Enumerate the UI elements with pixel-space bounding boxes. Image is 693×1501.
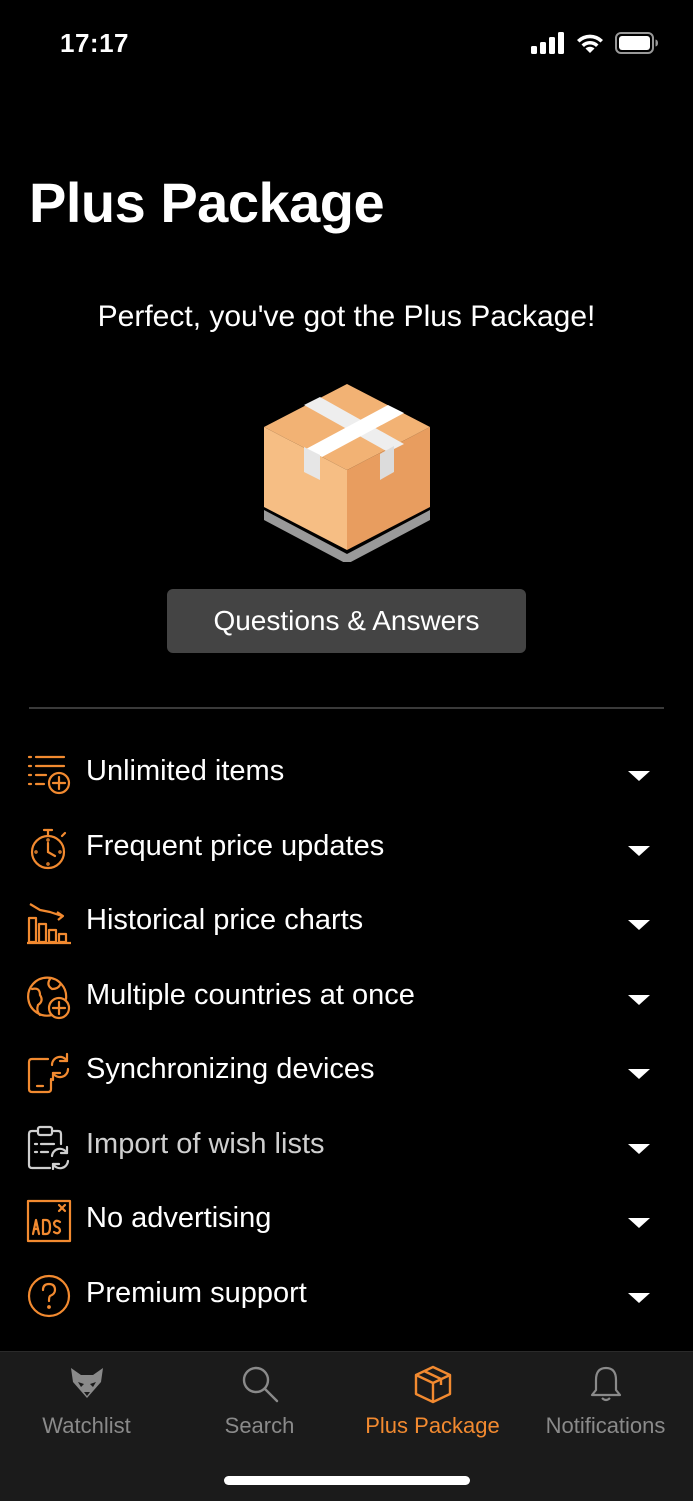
feature-label: No advertising (86, 1202, 272, 1234)
chevron-down-icon[interactable] (628, 995, 650, 1005)
tab-label: Watchlist (42, 1413, 131, 1438)
tab-label: Notifications (545, 1413, 666, 1438)
feature-label: Import of wish lists (86, 1128, 325, 1160)
bar-chart-trend-icon (27, 903, 71, 945)
feature-label: Synchronizing devices (86, 1053, 375, 1085)
chevron-down-icon[interactable] (628, 920, 650, 930)
chevron-down-icon[interactable] (628, 1144, 650, 1154)
clipboard-sync-icon (27, 1125, 70, 1170)
question-circle-icon (27, 1274, 71, 1318)
search-icon (242, 1366, 278, 1403)
feature-label: Unlimited items (86, 755, 285, 787)
feature-label: Multiple countries at once (86, 979, 415, 1011)
wifi-icon (577, 34, 603, 53)
chevron-down-icon[interactable] (628, 1069, 650, 1079)
page-title: Plus Package (29, 171, 385, 234)
feature-import-wish-lists[interactable]: Import of wish lists (0, 1108, 693, 1182)
feature-synchronizing-devices[interactable]: Synchronizing devices (0, 1033, 693, 1107)
confirmation-text: Perfect, you've got the Plus Package! (97, 300, 596, 333)
feature-premium-support[interactable]: Premium support (0, 1257, 693, 1331)
chevron-down-icon[interactable] (628, 771, 650, 781)
ads-blocked-icon (26, 1199, 72, 1243)
feature-no-advertising[interactable]: No advertising (0, 1182, 693, 1256)
feature-historical-price-charts[interactable]: Historical price charts (0, 884, 693, 958)
stopwatch-icon (30, 828, 67, 870)
tab-search[interactable]: Search (173, 1352, 346, 1462)
divider (29, 707, 664, 709)
globe-add-icon (27, 976, 71, 1020)
cellular-signal-icon (531, 32, 564, 54)
package-illustration (264, 384, 430, 562)
chevron-down-icon[interactable] (628, 1218, 650, 1228)
list-add-icon (27, 755, 71, 795)
feature-label: Premium support (86, 1277, 307, 1309)
device-sync-icon (27, 1052, 70, 1094)
bell-icon (590, 1366, 621, 1402)
fox-icon (70, 1368, 103, 1398)
status-icons (531, 32, 659, 54)
questions-answers-button[interactable]: Questions & Answers (167, 589, 526, 653)
home-indicator[interactable] (224, 1476, 470, 1485)
feature-multiple-countries[interactable]: Multiple countries at once (0, 959, 693, 1033)
tab-watchlist[interactable]: Watchlist (0, 1352, 173, 1462)
feature-label: Historical price charts (86, 904, 364, 936)
feature-label: Frequent price updates (86, 830, 385, 862)
status-bar: 17:17 (0, 0, 693, 90)
chevron-down-icon[interactable] (628, 1293, 650, 1303)
tab-label: Search (224, 1413, 295, 1438)
tab-plus-package[interactable]: Plus Package (346, 1352, 519, 1462)
status-time: 17:17 (60, 28, 129, 58)
tab-notifications[interactable]: Notifications (519, 1352, 692, 1462)
battery-icon (615, 32, 658, 54)
feature-frequent-price-updates[interactable]: Frequent price updates (0, 810, 693, 884)
chevron-down-icon[interactable] (628, 846, 650, 856)
package-icon (414, 1365, 451, 1404)
feature-unlimited-items[interactable]: Unlimited items (0, 735, 693, 809)
tab-label: Plus Package (365, 1413, 500, 1438)
